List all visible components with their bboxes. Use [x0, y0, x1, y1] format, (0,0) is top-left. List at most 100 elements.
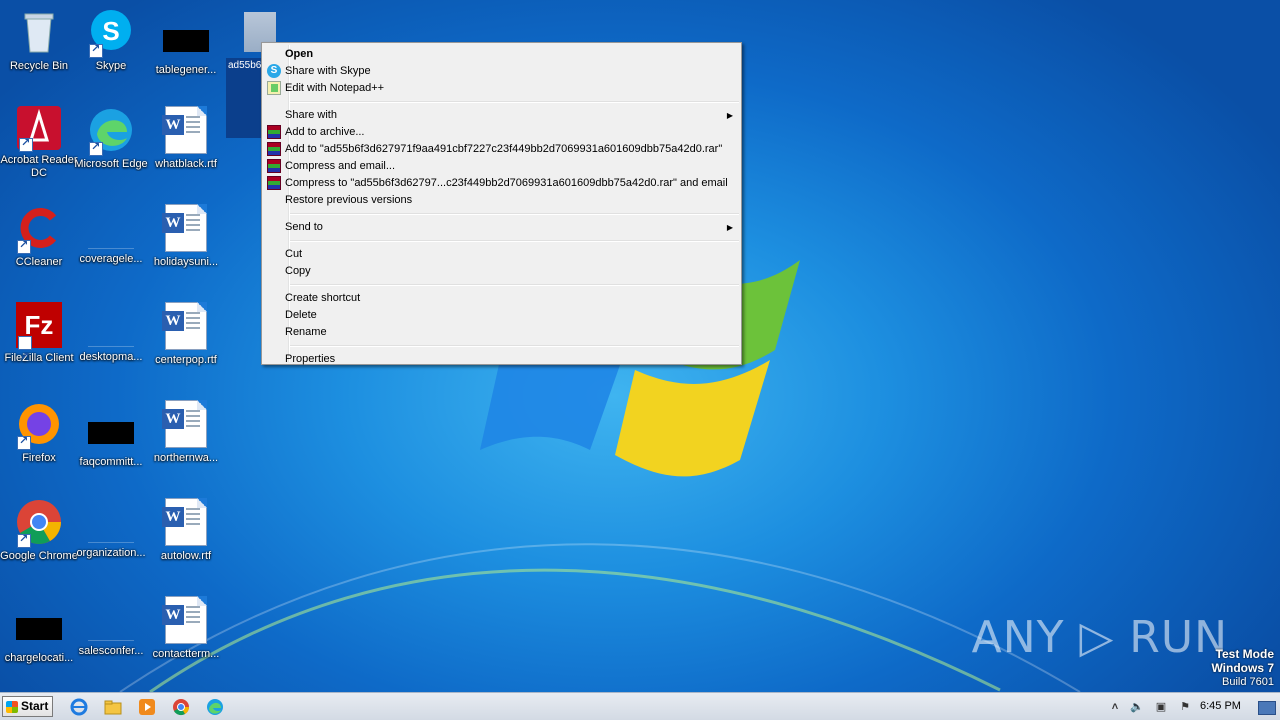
menu-item-label: Edit with Notepad++ — [285, 82, 385, 94]
icon-label: Google Chrome — [0, 550, 78, 562]
menu-item-properties[interactable]: Properties — [264, 351, 739, 368]
ccleaner-icon — [15, 204, 63, 254]
icon-label: desktopma... — [79, 351, 143, 363]
firefox-icon — [15, 400, 63, 450]
icon-label: CCleaner — [15, 256, 63, 268]
menu-item-restore-previous-versions[interactable]: Restore previous versions — [264, 192, 739, 209]
menu-item-label: Add to archive... — [285, 126, 365, 138]
shortcut-arrow-icon — [89, 42, 103, 58]
network-icon[interactable]: ▣ — [1154, 700, 1168, 714]
edge-icon[interactable] — [206, 698, 224, 716]
filezilla-icon: Fz — [16, 302, 62, 380]
icon-label: whatblack.rtf — [155, 158, 217, 170]
show-hidden-icons-chevron-icon[interactable]: ˄ — [1108, 700, 1122, 714]
icon-label: holidaysuni... — [153, 256, 219, 268]
media-player-icon[interactable] — [138, 698, 156, 716]
desktop-icon-filezilla[interactable]: Fz FileZilla Client — [0, 302, 78, 380]
wordpad-document-icon: W — [162, 596, 207, 644]
shortcut-arrow-icon — [18, 334, 32, 380]
show-desktop-icon[interactable] — [1258, 701, 1276, 715]
desktop-icon-acrobat[interactable]: Acrobat Reader DC — [0, 106, 78, 180]
selected-file-label[interactable]: ad55b6f3d627971f9aa491cbf7227c23f449bb2d… — [226, 58, 266, 138]
menu-item-open[interactable]: Open — [264, 46, 739, 63]
shortcut-arrow-icon — [17, 434, 31, 450]
menu-separator — [288, 240, 739, 242]
desktop-icon-salesconfer[interactable]: salesconfer... — [72, 596, 150, 658]
file-thumbnail — [88, 306, 134, 347]
icon-label: Acrobat Reader DC — [0, 154, 78, 179]
menu-item-label: Rename — [285, 326, 327, 338]
menu-item-create-shortcut[interactable]: Create shortcut — [264, 290, 739, 307]
shortcut-arrow-icon — [89, 140, 103, 156]
desktop-icon-desktopma[interactable]: desktopma... — [72, 302, 150, 364]
skype-icon: S — [267, 64, 281, 78]
menu-item-label: Create shortcut — [285, 292, 361, 304]
menu-item-share-with[interactable]: Share with ▶ — [264, 107, 739, 124]
menu-item-cut[interactable]: Cut — [264, 246, 739, 263]
desktop-icon-chrome[interactable]: Google Chrome — [0, 498, 78, 563]
menu-item-label: Send to — [285, 221, 323, 233]
svg-text:S: S — [102, 16, 119, 46]
icon-label: Recycle Bin — [9, 60, 69, 72]
desktop-icon-skype[interactable]: S Skype — [72, 8, 150, 73]
icon-label: coveragele... — [79, 253, 143, 265]
desktop-icon-chargelocati[interactable]: chargelocati... — [0, 604, 78, 665]
desktop-icon-organization[interactable]: organization... — [72, 498, 150, 560]
recycle-bin-icon — [15, 8, 63, 56]
icon-label: Firefox — [22, 452, 56, 464]
menu-item-label: Compress and email... — [285, 160, 396, 172]
context-menu: Open S Share with Skype Edit with Notepad… — [261, 42, 742, 365]
desktop-icon-ccleaner[interactable]: CCleaner — [0, 204, 78, 269]
desktop-icon-firefox[interactable]: Firefox — [0, 400, 78, 465]
action-center-flag-icon[interactable]: ⚑ — [1178, 700, 1192, 714]
desktop-icon-whatblack[interactable]: W whatblack.rtf — [147, 106, 225, 171]
menu-item-add-to-rar[interactable]: Add to "ad55b6f3d627971f9aa491cbf7227c23… — [264, 141, 739, 158]
chrome-icon[interactable] — [172, 698, 190, 716]
acrobat-icon — [17, 106, 61, 152]
file-thumbnail — [16, 618, 62, 640]
menu-item-edit-with-notepadpp[interactable]: Edit with Notepad++ — [264, 80, 739, 97]
start-button[interactable]: Start — [2, 696, 53, 717]
submenu-arrow-icon: ▶ — [726, 111, 733, 120]
desktop-icon-edge[interactable]: Microsoft Edge — [72, 106, 150, 171]
desktop-icon-centerpop[interactable]: W centerpop.rtf — [147, 302, 225, 367]
menu-item-share-with-skype[interactable]: S Share with Skype — [264, 63, 739, 80]
desktop-icon-recycle-bin[interactable]: Recycle Bin — [0, 8, 78, 73]
desktop-icon-contactterm[interactable]: W contactterm... — [147, 596, 225, 661]
icon-label: organization... — [76, 547, 146, 559]
menu-separator — [288, 345, 739, 347]
desktop-icon-autolow[interactable]: W autolow.rtf — [147, 498, 225, 563]
shortcut-arrow-icon — [17, 238, 31, 254]
start-label: Start — [21, 699, 49, 713]
shortcut-arrow-icon — [19, 136, 33, 152]
taskbar-clock[interactable]: 6:45 PM — [1200, 700, 1241, 712]
file-explorer-icon[interactable] — [104, 698, 122, 716]
menu-item-label: Copy — [285, 265, 311, 277]
menu-item-send-to[interactable]: Send to ▶ — [264, 219, 739, 236]
desktop-icon-tablegener[interactable]: tablegener... — [147, 16, 225, 77]
menu-item-rename[interactable]: Rename — [264, 324, 739, 341]
menu-item-copy[interactable]: Copy — [264, 263, 739, 280]
windows-flag-icon — [6, 701, 18, 713]
desktop-icon-faqcommitt[interactable]: faqcommitt... — [72, 408, 150, 469]
desktop-icon-northernwa[interactable]: W northernwa... — [147, 400, 225, 465]
menu-item-label: Restore previous versions — [285, 194, 413, 206]
menu-item-compress-and-email[interactable]: Compress and email... — [264, 158, 739, 175]
menu-item-label: Add to "ad55b6f3d627971f9aa491cbf7227c23… — [285, 143, 723, 155]
desktop-icon-holidaysuni[interactable]: W holidaysuni... — [147, 204, 225, 269]
icon-label: tablegener... — [155, 64, 217, 76]
menu-item-add-to-archive[interactable]: Add to archive... — [264, 124, 739, 141]
volume-icon[interactable]: 🔈 — [1130, 700, 1144, 714]
menu-item-delete[interactable]: Delete — [264, 307, 739, 324]
menu-item-label: Open — [285, 48, 314, 60]
notepadpp-icon — [267, 81, 281, 95]
menu-separator — [288, 101, 739, 103]
anyrun-watermark: ANY ▷ RUN — [971, 612, 1228, 663]
desktop-icon-coveragele[interactable]: coveragele... — [72, 204, 150, 266]
test-mode-notice: Test Mode Windows 7 Build 7601 — [1211, 648, 1274, 689]
icon-label: contactterm... — [152, 648, 220, 660]
menu-item-compress-to-rar-and-email[interactable]: Compress to "ad55b6f3d62797...c23f449bb2… — [264, 175, 739, 192]
menu-item-label: Delete — [285, 309, 317, 321]
internet-explorer-icon[interactable] — [70, 698, 88, 716]
edge-icon — [87, 106, 135, 156]
